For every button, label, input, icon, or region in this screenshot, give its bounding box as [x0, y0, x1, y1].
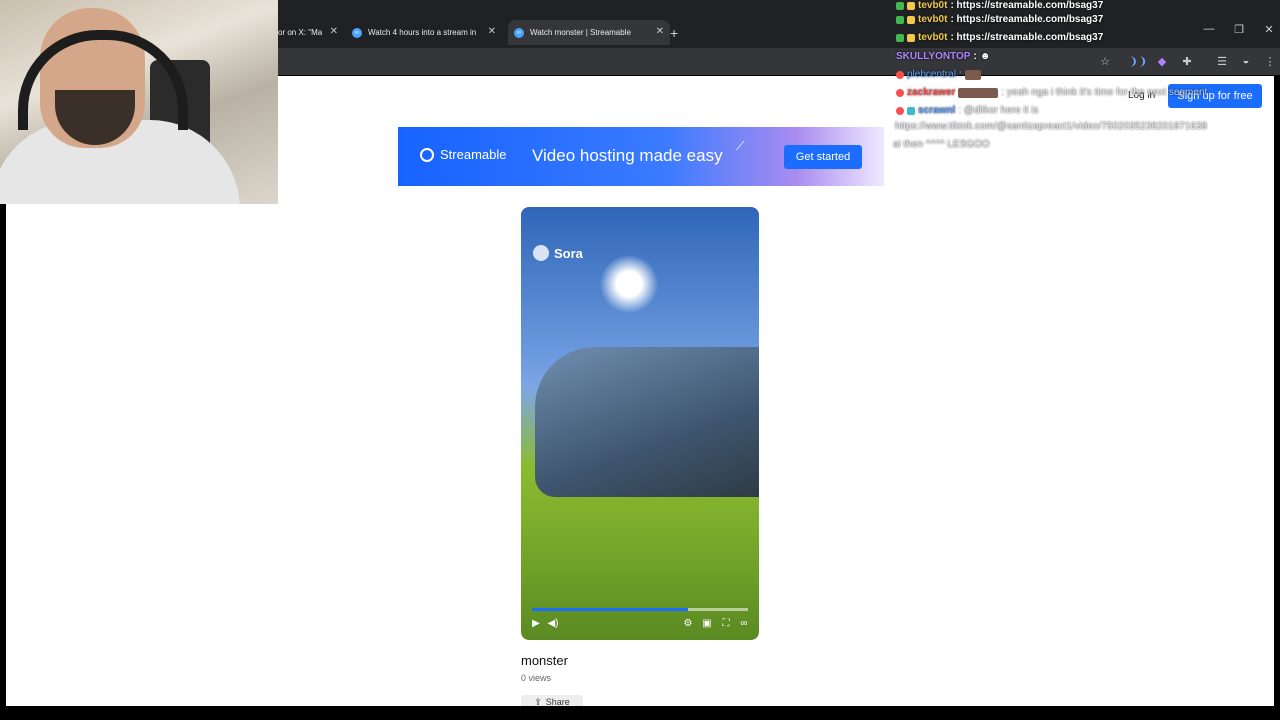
streamable-favicon-icon: ∞ — [352, 27, 362, 38]
sparkle-icon: ⟋ — [736, 139, 745, 153]
extension-wave-icon[interactable]: ❩❩ — [1129, 52, 1147, 70]
play-icon[interactable]: ▶ — [529, 618, 543, 629]
streamable-logo-icon — [420, 147, 434, 162]
sub-badge-icon — [896, 33, 904, 42]
video-player[interactable]: Sora ▶ ◀) ⚙ ▣ ⛶ ∞ — [521, 207, 759, 640]
chat-text: https://www.tiktok.com/@santizapreact1/v… — [895, 121, 1208, 132]
settings-gear-icon[interactable]: ⚙ — [681, 618, 695, 629]
webcam-overlay — [0, 0, 278, 204]
chat-message-continued: https://www.tiktok.com/@santizapreact1/v… — [895, 121, 1207, 132]
chat-message-continued: ai then ^^^^ LESGOO — [893, 139, 990, 150]
watermark-label: Sora — [554, 245, 583, 261]
chat-text: : — [958, 69, 962, 80]
badge-icon — [896, 88, 904, 97]
maximize-button[interactable]: ❐ — [1229, 23, 1249, 36]
crown-badge-icon — [907, 1, 915, 10]
sora-logo-icon — [533, 245, 549, 261]
crown-badge-icon — [907, 15, 915, 24]
chat-message: zackrawer : yeah nga i think it's time f… — [896, 87, 1207, 98]
tab-title: Watch monster | Streamable — [530, 28, 631, 37]
tab-watch-monster[interactable]: ∞ Watch monster | Streamable ✕ — [508, 20, 670, 45]
badge-icon — [907, 106, 915, 115]
chat-username: SKULLYONTOP — [896, 51, 971, 62]
volume-icon[interactable]: ◀) — [546, 618, 560, 629]
chat-message: SKULLYONTOP : ☻ — [896, 51, 990, 62]
chat-username: plebcentral — [907, 69, 956, 80]
tab-title: Watch 4 hours into a stream in — [368, 28, 477, 37]
tab-x-post[interactable]: or on X: "Ma ✕ — [278, 20, 344, 45]
chat-username: scrawnl — [918, 105, 956, 116]
extensions-puzzle-icon[interactable]: ✚ — [1178, 52, 1196, 70]
video-views: 0 views — [521, 673, 552, 683]
chat-text: : — [973, 51, 977, 62]
extension-shield-icon[interactable]: ◆ — [1153, 52, 1171, 70]
sub-badge-icon — [896, 1, 904, 10]
chat-message: scrawnl : @dlikor here it is — [896, 105, 1038, 116]
chat-username: tevb0t — [918, 32, 948, 43]
chat-text: : https://streamable.com/bsag37 — [950, 0, 1104, 11]
banner-tagline: Video hosting made easy — [532, 146, 723, 165]
sub-badge-icon — [896, 15, 904, 24]
close-tab-icon[interactable]: ✕ — [330, 26, 338, 37]
close-tab-icon[interactable]: ✕ — [488, 26, 496, 37]
streamable-favicon-icon: ∞ — [514, 27, 524, 38]
chat-username: zackrawer — [907, 87, 956, 98]
chat-message: tevb0t : https://streamable.com/bsag37 — [896, 14, 1103, 25]
chat-message: plebcentral : — [896, 69, 981, 80]
tab-watch-stream[interactable]: ∞ Watch 4 hours into a stream in ✕ — [352, 20, 502, 45]
emote-icon: ☻ — [979, 51, 991, 62]
badge-icon — [896, 106, 904, 115]
banner-brand: Streamable — [420, 147, 506, 162]
chat-username: tevb0t — [918, 14, 948, 25]
close-tab-icon[interactable]: ✕ — [656, 26, 664, 37]
video-progress-fill — [532, 608, 688, 611]
chat-text: : @dlikor here it is — [958, 105, 1039, 116]
video-progress-bar[interactable] — [532, 608, 748, 611]
chat-message: tevb0t : https://streamable.com/bsag37 — [896, 0, 1103, 11]
minimize-button[interactable]: — — [1199, 23, 1219, 35]
bookmark-star-icon[interactable]: ☆ — [1096, 52, 1114, 70]
close-window-button[interactable]: ✕ — [1259, 23, 1279, 36]
chat-message: tevb0t : https://streamable.com/bsag37 — [896, 32, 1103, 43]
video-watermark: Sora — [533, 245, 583, 261]
menu-kebab-icon[interactable]: ⋮ — [1261, 52, 1279, 70]
chat-text: : https://streamable.com/bsag37 — [950, 32, 1104, 43]
picture-in-picture-icon[interactable]: ▣ — [700, 618, 714, 629]
profile-avatar-icon[interactable]: ◒ — [1237, 52, 1255, 70]
video-frame-cloud — [599, 255, 659, 313]
streamable-logo-icon[interactable]: ∞ — [737, 618, 751, 629]
chat-username: tevb0t — [918, 0, 948, 11]
new-tab-button[interactable]: + — [670, 25, 678, 41]
banner-brand-label: Streamable — [440, 147, 507, 162]
chat-text: : https://streamable.com/bsag37 — [950, 14, 1104, 25]
chat-text: ai then ^^^^ LESGOO — [893, 139, 990, 150]
emote-icon — [958, 87, 999, 98]
tab-title: or on X: "Ma — [278, 28, 323, 37]
bottom-black-bar — [0, 706, 1280, 720]
video-frame-car-window — [535, 347, 759, 497]
chat-text: : yeah nga i think it's time for the nex… — [1001, 87, 1208, 98]
promo-banner: Streamable Video hosting made easy ⟋ Get… — [398, 127, 884, 186]
badge-icon — [896, 70, 904, 79]
get-started-button[interactable]: Get started — [784, 145, 862, 169]
fullscreen-icon[interactable]: ⛶ — [719, 618, 733, 629]
crown-badge-icon — [907, 33, 915, 42]
video-title: monster — [521, 653, 568, 668]
media-queue-icon[interactable]: ☰ — [1213, 52, 1231, 70]
emote-icon — [964, 69, 981, 80]
